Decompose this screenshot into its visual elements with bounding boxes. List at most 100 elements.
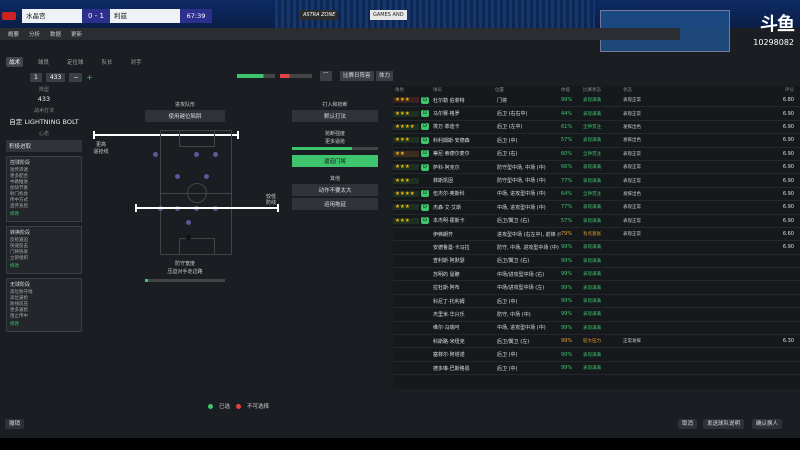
table-row[interactable]: 苏明的 鼠瞭 中场/进攻型中场 (右) 99% 表现满满 [393, 268, 800, 282]
player-name[interactable]: 菲斯凯因 [429, 177, 495, 184]
add-tactic-button[interactable]: + [86, 73, 93, 82]
other-button-2[interactable]: 运用拖延 [292, 198, 378, 210]
table-row[interactable]: ★★★ D 本杰明·霍斯卡 后卫/翼卫 (右) 57% 表现满满 表现正常 6.90 [393, 215, 800, 228]
goalkeeper-marker[interactable] [186, 235, 191, 240]
tab-set-pieces[interactable]: 定位球 [64, 57, 87, 67]
col-form[interactable]: 比赛状态 [583, 87, 613, 93]
player-note: 正常发挥 [623, 339, 641, 345]
table-row[interactable]: ★★★ D 杜尔勒 伯菲特 门将 99% 表现满满 表现正常 6.80 [393, 94, 800, 108]
match-toolbar: 概要 分析 数据 更新 [0, 28, 680, 40]
player-name[interactable]: 杰森·艾·艾斯 [429, 204, 495, 211]
toolbar-item-data[interactable]: 数据 [50, 30, 61, 38]
table-row[interactable]: ★★★★ D 埃万·菲迪卡 后卫 (左中) 61% 全神贯注 发挥出色 6.90 [393, 121, 800, 135]
table-row[interactable]: ★★★ D 萨科·阿克尔 防守型中场, 中场 (中) 66% 表现满满 表现正常 6.90 [393, 161, 800, 175]
table-row[interactable]: 塞菲尔·阿塔诺 后卫 (中) 99% 表现满满 [393, 348, 800, 362]
edit-button[interactable]: 修改 [10, 322, 78, 328]
table-row[interactable]: ★★★ 菲斯凯因 防守型中场, 中场 (中) 77% 表现满满 表现正常 6.90 [393, 174, 800, 188]
player-position: 后卫 (中) [497, 137, 518, 144]
table-row[interactable]: 拉杜斯·阿布 中场/进攻型中场 (左) 99% 表现满满 [393, 281, 800, 295]
table-row[interactable]: ★★★ D 马尔赛·格罗 后卫 (右右中) 44% 表现满满 表现正常 6.90 [393, 107, 800, 121]
player-name[interactable]: 本杰明·霍斯卡 [429, 217, 495, 224]
table-row[interactable]: 科斯路·米纽克 后卫/翼卫 (左) 99% 较大压力 正常发挥 6.30 [393, 335, 800, 349]
player-name[interactable]: 埃万·菲迪卡 [429, 123, 495, 130]
player-name[interactable]: 萨科·阿克尔 [429, 164, 495, 171]
player-name[interactable]: 蒂尼·索德尔麦尔 [429, 150, 495, 157]
attack-zone-button[interactable]: 使用越位陷阱 [145, 110, 225, 122]
player-table: 角色 球员 位置 体能 比赛状态 状态 评分 ★★★ D 杜尔勒 伯菲特 门将 99% 表… [393, 86, 800, 389]
table-row[interactable]: 杰里米·华兴乐 防守, 中场 (中) 99% 表现满满 [393, 308, 800, 322]
player-name[interactable]: 杜尔勒 伯菲特 [429, 97, 495, 104]
col-rating[interactable]: 评分 [780, 87, 800, 93]
mentality-select[interactable]: 积极进取 [6, 140, 82, 152]
tackle-slider[interactable] [292, 147, 378, 150]
table-row[interactable]: 维尔·马瑞可 中场, 进攻型中场 (中) 99% 表现满满 [393, 322, 800, 336]
cancel-button[interactable]: 取消 [678, 419, 698, 429]
table-row[interactable]: ★★★★ D 伍杰尔·奥斯科 中场, 进攻型中场 (中) 64% 全神贯注 发挥出色 6.90 [393, 188, 800, 202]
col-position[interactable]: 位置 [495, 87, 561, 93]
view-toggle-button[interactable]: ⌒ [320, 71, 332, 81]
player-form: 表现满满 [583, 258, 601, 264]
toolbar-item-update[interactable]: 更新 [71, 30, 82, 38]
tab-opposition[interactable]: 对手 [128, 57, 145, 67]
table-row[interactable]: 伊弗朗齐 进攻型中场 (右左中), 前锋 (中) 79% 有点紧张 表现正常 6.60 [393, 228, 800, 242]
player-form: 表现满满 [583, 98, 601, 104]
player-name[interactable]: 杰里米·华兴乐 [429, 311, 495, 318]
toolbar-item-analysis[interactable]: 分析 [29, 30, 40, 38]
player-marker[interactable] [186, 220, 191, 225]
player-marker[interactable] [153, 152, 158, 157]
player-name[interactable]: 苏明的 鼠瞭 [429, 271, 495, 278]
defense-width-slider[interactable] [145, 279, 225, 282]
undo-button[interactable]: 撤销 [5, 419, 25, 429]
player-name[interactable]: 科尼丁·托利姆 [429, 298, 495, 305]
formation-select[interactable]: 433 [45, 73, 66, 82]
player-position: 后卫/翼卫 (左) [497, 338, 530, 345]
player-name[interactable]: 安德鲁曼·卡马拉 [429, 244, 495, 251]
mode-select[interactable]: 体力 [376, 71, 394, 81]
tab-tactics[interactable]: 战术 [6, 57, 24, 67]
col-status[interactable]: 状态 [613, 87, 655, 93]
send-instructions-button[interactable]: 发送球队说明 [703, 419, 745, 429]
player-name[interactable]: 拉杜斯·阿布 [429, 284, 495, 291]
player-form: 表现满满 [583, 138, 601, 144]
table-row[interactable]: 查利斯·阿默瑟 后卫/翼卫 (右) 99% 表现满满 [393, 255, 800, 269]
player-name[interactable]: 查利斯·阿默瑟 [429, 257, 495, 264]
right-value-button[interactable]: 默认打法 [292, 110, 378, 122]
table-row[interactable]: ★★★ D 科利姆斯·安德森 后卫 (中) 57% 表现满满 发挥出色 6.90 [393, 134, 800, 148]
player-name[interactable]: 科斯路·米纽克 [429, 338, 495, 345]
table-row[interactable]: 德多琳·巴斯格恩 后卫 (中) 99% 表现满满 [393, 362, 800, 376]
col-fitness[interactable]: 体能 [561, 87, 583, 93]
col-player[interactable]: 球员 [429, 87, 495, 93]
player-marker[interactable] [204, 174, 209, 179]
player-name[interactable]: 塞菲尔·阿塔诺 [429, 351, 495, 358]
tab-players[interactable]: 球员 [35, 57, 52, 67]
player-marker[interactable] [213, 152, 218, 157]
table-row[interactable]: 科尼丁·托利姆 后卫 (中) 99% 表现满满 [393, 295, 800, 309]
tab-captains[interactable]: 队长 [99, 57, 116, 67]
confirm-sub-button[interactable]: 确认换人 [752, 419, 783, 429]
tactic-risk-bar [280, 74, 312, 78]
edit-button[interactable]: 修改 [10, 212, 78, 218]
other-button-1[interactable]: 动作不要太大 [292, 184, 378, 196]
table-row[interactable]: ★★★ D 杰森·艾·艾斯 中场, 进攻型中场 (中) 77% 表现满满 表现正常 6.90 [393, 201, 800, 215]
table-row[interactable]: 安德鲁曼·卡马拉 防守, 中场, 进攻型中场 (中) 99% 表现满满 6.90 [393, 241, 800, 255]
player-name[interactable]: 马尔赛·格罗 [429, 110, 495, 117]
player-name[interactable]: 伍杰尔·奥斯科 [429, 190, 495, 197]
minus-button[interactable]: − [69, 73, 83, 82]
player-name[interactable]: 德多琳·巴斯格恩 [429, 365, 495, 372]
player-name[interactable]: 科利姆斯·安德森 [429, 137, 495, 144]
role-stars: ★★★ [393, 164, 419, 171]
table-row[interactable]: ★★ D 蒂尼·索德尔麦尔 后卫 (右) 60% 全神贯注 表现正常 6.90 [393, 148, 800, 161]
player-name[interactable]: 伊弗朗齐 [429, 231, 495, 238]
edit-button[interactable]: 修改 [10, 264, 78, 270]
role-stars: ★★★★ [393, 190, 419, 197]
defensive-line[interactable] [135, 204, 279, 212]
player-marker[interactable] [194, 152, 199, 157]
tactic-slot-button[interactable]: 1 [30, 73, 42, 82]
player-marker[interactable] [175, 174, 180, 179]
match-day-button[interactable]: 比赛日阵容 [340, 71, 374, 81]
player-name[interactable]: 维尔·马瑞可 [429, 324, 495, 331]
role-badge [421, 257, 429, 264]
role-badge [421, 284, 429, 291]
tackle-button[interactable]: 逼迫门将 [292, 155, 378, 167]
toolbar-item-overview[interactable]: 概要 [8, 30, 19, 38]
